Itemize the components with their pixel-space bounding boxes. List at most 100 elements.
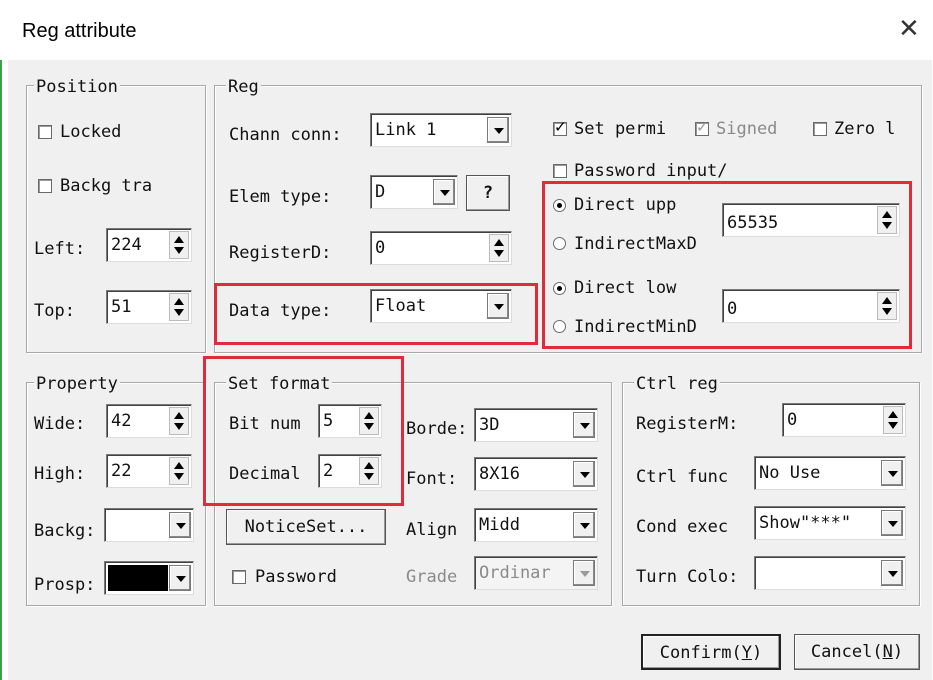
top-label: Top: (34, 301, 75, 321)
set-format-highlight (203, 356, 404, 506)
cancel-button-key: N (882, 642, 893, 662)
font-value: 8X16 (479, 464, 520, 484)
high-value: 22 (111, 461, 132, 481)
cancel-button-close-paren: ) (892, 642, 904, 662)
top-spin-arrows[interactable] (169, 293, 189, 321)
signed-checkbox: ✓ (695, 118, 709, 136)
confirm-button-close-paren: ) (751, 643, 763, 663)
turn-colo-select[interactable] (754, 556, 906, 590)
wide-label: Wide: (34, 414, 86, 434)
registerd-spin-arrows[interactable] (489, 234, 509, 262)
chann-conn-value: Link 1 (375, 120, 437, 140)
cond-exec-value: Show"***" (759, 513, 852, 533)
grade-value: Ordinar (479, 563, 551, 583)
align-value: Midd (479, 515, 520, 535)
border-select[interactable]: 3D (474, 408, 598, 442)
border-dropdown-icon[interactable] (573, 412, 595, 438)
top-value: 51 (111, 297, 132, 317)
registerm-value: 0 (787, 410, 798, 430)
ctrl-reg-group-title: Ctrl reg (634, 374, 720, 394)
close-icon[interactable]: ✕ (898, 14, 920, 44)
notice-set-button[interactable]: NoticeSet... (226, 509, 386, 545)
zero-label: Zero l (834, 119, 896, 139)
left-spinbox[interactable]: 224 (106, 228, 192, 262)
confirm-button-key: Y (741, 643, 752, 663)
position-group-title: Position (34, 77, 120, 97)
data-type-highlight (214, 283, 538, 345)
check-icon: ✓ (554, 118, 567, 136)
high-label: High: (34, 464, 86, 484)
align-label: Align (406, 520, 458, 540)
locked-label: Locked (60, 122, 122, 142)
title-bar: Reg attribute ✕ (0, 0, 933, 60)
elem-type-dropdown-icon[interactable] (433, 179, 455, 205)
font-label: Font: (406, 469, 458, 489)
backg-transparent-label: Backg tra (60, 176, 153, 196)
ctrl-func-value: No Use (759, 463, 821, 483)
confirm-button[interactable]: Confirm(Y) (641, 634, 781, 670)
zero-checkbox[interactable] (813, 122, 827, 136)
border-value: 3D (479, 415, 500, 435)
window-title: Reg attribute (22, 20, 137, 42)
elem-type-select[interactable]: D (370, 175, 458, 209)
left-value: 224 (111, 235, 142, 255)
turn-colo-dropdown-icon[interactable] (881, 560, 903, 586)
cond-exec-label: Cond exec (636, 517, 729, 537)
grade-select: Ordinar (474, 556, 598, 590)
backg-color-swatch (108, 512, 168, 538)
ctrl-func-select[interactable]: No Use (754, 456, 906, 490)
cond-exec-select[interactable]: Show"***" (754, 506, 906, 540)
font-dropdown-icon[interactable] (573, 461, 595, 487)
prosp-color-dropdown-icon[interactable] (169, 565, 191, 591)
check-icon: ✓ (696, 118, 709, 136)
ctrl-func-dropdown-icon[interactable] (881, 460, 903, 486)
align-dropdown-icon[interactable] (573, 512, 595, 538)
high-spinbox[interactable]: 22 (106, 454, 192, 488)
set-permi-checkbox[interactable]: ✓ (553, 118, 567, 136)
grade-dropdown-icon (573, 560, 595, 586)
wide-spinbox[interactable]: 42 (106, 404, 192, 438)
cond-exec-dropdown-icon[interactable] (881, 510, 903, 536)
turn-colo-label: Turn Colo: (636, 567, 739, 587)
registerm-label: RegisterM: (636, 414, 739, 434)
left-spin-arrows[interactable] (169, 231, 189, 259)
font-select[interactable]: 8X16 (474, 457, 598, 491)
limits-highlight (542, 181, 912, 349)
chann-conn-select[interactable]: Link 1 (370, 113, 512, 147)
backg-transparent-checkbox[interactable] (38, 179, 52, 193)
backg-color-select[interactable] (104, 508, 194, 542)
cancel-button-label: Cancel( (810, 642, 883, 662)
align-select[interactable]: Midd (474, 508, 598, 542)
elem-type-value: D (375, 182, 386, 202)
confirm-button-label: Confirm( (659, 643, 742, 663)
cancel-button[interactable]: Cancel(N) (794, 634, 920, 670)
chann-conn-dropdown-icon[interactable] (487, 117, 509, 143)
registerd-label: RegisterD: (229, 243, 332, 263)
password-checkbox[interactable] (232, 570, 246, 584)
password-input-checkbox[interactable] (553, 164, 567, 178)
grade-label: Grade (406, 567, 458, 587)
prosp-color-label: Prosp: (34, 575, 96, 595)
set-permi-label: Set permi (574, 119, 667, 139)
registerm-spin-arrows[interactable] (883, 406, 903, 434)
backg-color-dropdown-icon[interactable] (169, 512, 191, 538)
left-label: Left: (34, 239, 86, 259)
wide-value: 42 (111, 411, 132, 431)
registerd-value: 0 (375, 238, 386, 258)
backg-color-label: Backg: (34, 521, 96, 541)
elem-type-help-button[interactable]: ? (466, 175, 510, 211)
property-group-title: Property (34, 374, 120, 394)
chann-conn-label: Chann conn: (229, 125, 342, 145)
prosp-color-select[interactable] (104, 561, 194, 595)
password-label: Password (255, 567, 337, 587)
wide-spin-arrows[interactable] (169, 407, 189, 435)
elem-type-label: Elem type: (229, 187, 332, 207)
registerd-spinbox[interactable]: 0 (370, 231, 512, 265)
top-spinbox[interactable]: 51 (106, 290, 192, 324)
high-spin-arrows[interactable] (169, 457, 189, 485)
password-input-label: Password input/ (574, 161, 728, 181)
registerm-spinbox[interactable]: 0 (782, 403, 906, 437)
locked-checkbox[interactable] (38, 125, 52, 139)
prosp-color-swatch (108, 565, 168, 591)
signed-label: Signed (716, 119, 778, 139)
